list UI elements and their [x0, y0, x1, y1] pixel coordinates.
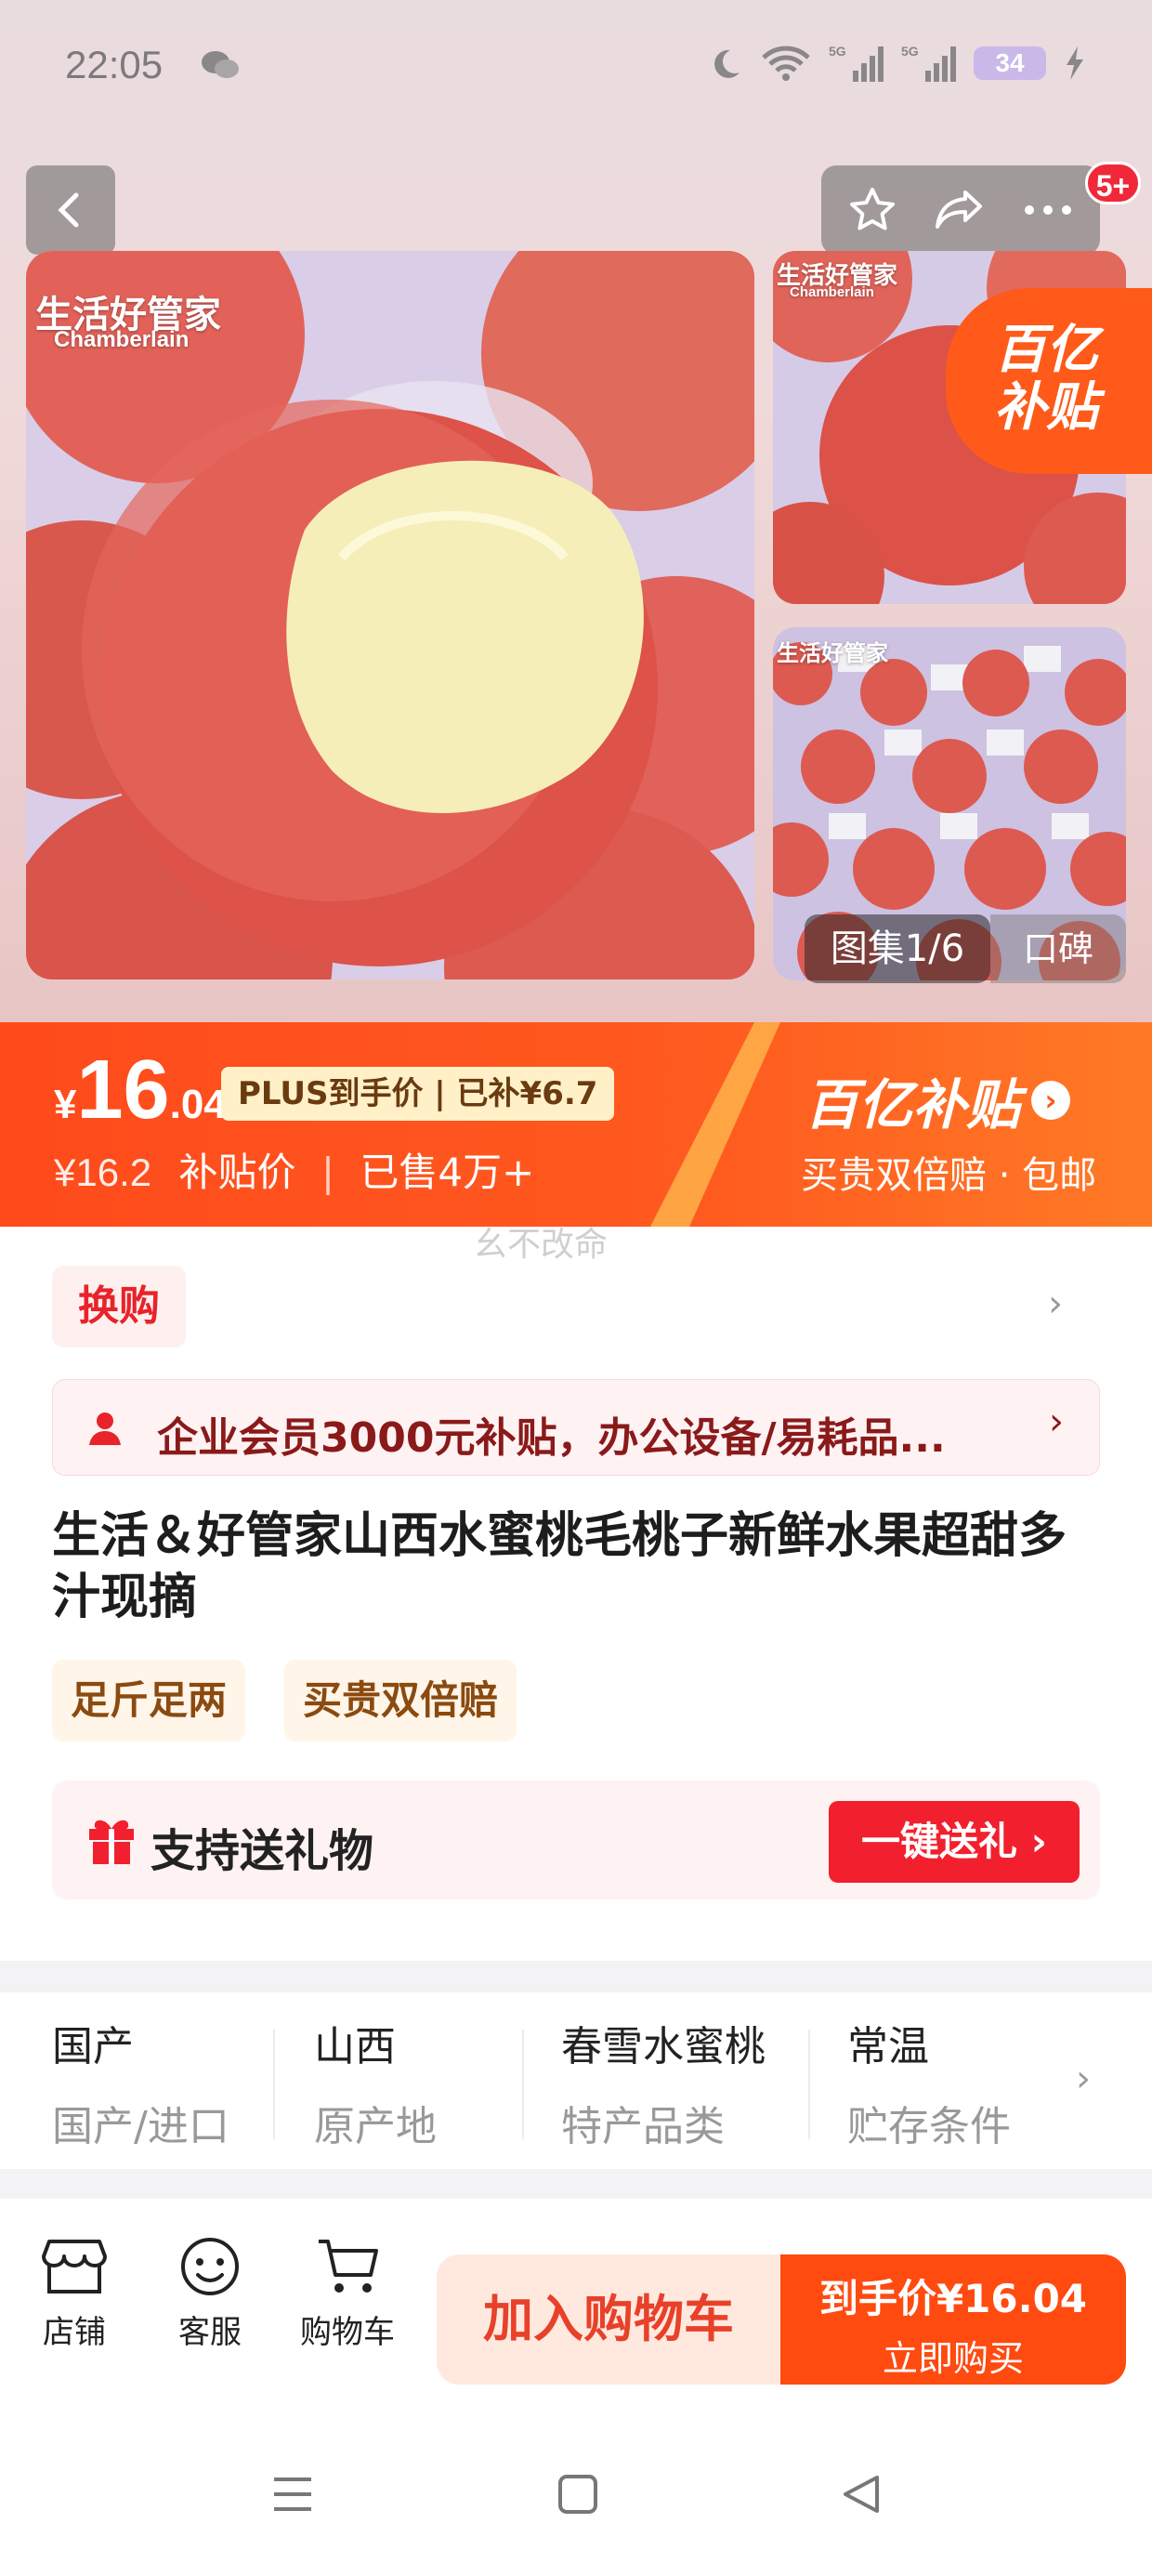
main-product-image[interactable]: 生活好管家 Chamberlain	[26, 251, 754, 979]
attribute-origin-type: 国产 国产/进口	[52, 2013, 229, 2152]
signal-5g-icon: 5G	[901, 44, 956, 82]
cart-button[interactable]: 购物车	[292, 2236, 403, 2352]
cart-label: 购物车	[300, 2314, 395, 2351]
shop-icon	[42, 2240, 107, 2293]
gift-label: 支持送礼物	[151, 1825, 374, 1877]
attribute-key: 贮存条件	[847, 2103, 1011, 2150]
band-divider	[650, 1022, 780, 1227]
gift-row: 支持送礼物 一键送礼 ›	[52, 1781, 1100, 1899]
brand-logo-en: Chamberlain	[790, 284, 874, 300]
product-page: 22:05 5G 5G 34 5+ 生活好管家 Chamberlain 生活好管…	[0, 0, 1152, 2576]
watermark: 幺不改命	[474, 1226, 609, 1264]
price-main: ¥ 16 .04	[54, 1043, 227, 1138]
wechat-icon	[202, 51, 239, 78]
chevron-right-icon[interactable]: ›	[1048, 1282, 1063, 1325]
price-sub: ¥16.2 补贴价 | 已售4万+	[54, 1141, 534, 1198]
subsidy-corner-line-2: 补贴	[994, 377, 1098, 438]
svg-text:5G: 5G	[829, 44, 846, 59]
svg-text:5G: 5G	[901, 44, 919, 59]
subsidy-title[interactable]: 百亿补贴 ›	[805, 1061, 1071, 1139]
subsidy-title-text: 百亿补贴	[805, 1073, 1021, 1137]
shop-button[interactable]: 店铺	[19, 2236, 130, 2352]
attribute-value: 国产	[52, 2023, 134, 2070]
peach-photo	[26, 251, 754, 979]
system-navigation-bar	[0, 2416, 1152, 2576]
section-divider	[0, 1961, 1152, 1992]
buy-price: 到手价¥16.04	[818, 2276, 1088, 2321]
business-member-text: 企业会员3000元补贴，办公设备/易耗品...	[157, 1414, 946, 1462]
notification-badge: 5+	[1085, 162, 1141, 204]
back-button[interactable]	[26, 165, 115, 255]
chevron-right-icon: ›	[1049, 1400, 1064, 1443]
attribute-key: 原产地	[314, 2103, 437, 2150]
user-icon	[89, 1413, 121, 1445]
chevron-right-icon: ›	[1031, 1081, 1071, 1120]
price-decimal: .04	[169, 1082, 227, 1127]
chevron-right-icon: ›	[1076, 2057, 1091, 2100]
divider	[522, 2030, 524, 2139]
buy-now-label: 立即购买	[882, 2338, 1024, 2379]
status-time: 22:05	[65, 43, 164, 86]
attribute-key: 国产/进口	[52, 2103, 229, 2150]
share-icon[interactable]	[932, 185, 988, 235]
shop-label: 店铺	[43, 2314, 106, 2351]
menu-icon[interactable]	[271, 2474, 314, 2515]
status-bar: 22:05 5G 5G 34	[0, 0, 1152, 139]
status-icons: 5G 5G 34	[706, 43, 1087, 84]
wifi-icon	[762, 46, 810, 81]
cart-icon	[319, 2240, 378, 2293]
attribute-value: 春雪水蜜桃	[561, 2023, 766, 2070]
smile-icon	[181, 2238, 239, 2295]
customer-service-button[interactable]: 客服	[154, 2236, 266, 2352]
product-title: 生活＆好管家山西水蜜桃毛桃子新鲜水果超甜多汁现摘	[52, 1508, 1067, 1625]
star-icon[interactable]	[847, 185, 897, 235]
buy-now-button[interactable]: 到手价¥16.04 立即购买	[780, 2254, 1126, 2385]
price-band: ¥ 16 .04 PLUS到手价 | 已补¥6.7 ¥16.2 补贴价 | 已售…	[0, 1022, 1152, 1227]
moon-icon	[714, 49, 740, 78]
brand-logo: 生活好管家	[777, 639, 888, 666]
gift-icon	[89, 1820, 134, 1864]
brand-logo-en: Chamberlain	[54, 327, 190, 352]
subsidy-corner-line-1: 百亿	[994, 320, 1098, 380]
attribute-origin: 山西 原产地	[314, 2013, 437, 2152]
price-symbol: ¥	[54, 1082, 77, 1127]
section-divider	[0, 2169, 1152, 2199]
subsidy-corner-badge: 百亿 补贴	[946, 288, 1152, 474]
send-gift-button[interactable]: 一键送礼 ›	[829, 1801, 1080, 1883]
sold-count: 已售4万+	[360, 1150, 535, 1195]
original-price: ¥16.2	[54, 1150, 152, 1194]
service-label: 客服	[178, 2314, 242, 2351]
attribute-category: 春雪水蜜桃 特产品类	[561, 2013, 766, 2152]
divider	[273, 2030, 275, 2139]
business-member-banner[interactable]: 企业会员3000元补贴，办公设备/易耗品... ›	[52, 1379, 1100, 1476]
battery-icon: 34	[974, 46, 1046, 80]
product-tag: 买贵双倍赔	[284, 1660, 517, 1741]
attribute-storage: 常温 贮存条件	[847, 2013, 1011, 2152]
subsidy-price-label: 补贴价	[178, 1150, 296, 1195]
product-tag: 足斤足两	[52, 1660, 246, 1741]
gallery-review-tab[interactable]: 口碑	[990, 914, 1126, 983]
charging-icon	[1067, 46, 1083, 80]
back-nav-icon[interactable]	[840, 2474, 881, 2515]
price-integer: 16	[76, 1044, 170, 1137]
attribute-row[interactable]: 国产 国产/进口 山西 原产地 春雪水蜜桃 特产品类 常温 贮存条件 ›	[0, 1992, 1152, 2169]
divider	[808, 2030, 810, 2139]
more-icon[interactable]	[1022, 201, 1074, 219]
attribute-value: 山西	[314, 2023, 396, 2070]
bottom-action-bar: 店铺 客服 购物车 加入购物车 到手价¥16.04 立即购买	[0, 2199, 1152, 2385]
gallery-counter[interactable]: 图集1/6	[805, 914, 990, 983]
signal-5g-icon: 5G	[829, 44, 884, 82]
back-icon	[58, 192, 79, 228]
separator: |	[321, 1150, 334, 1195]
plus-price-tag: PLUS到手价 | 已补¥6.7	[221, 1067, 615, 1121]
attribute-key: 特产品类	[561, 2103, 725, 2150]
attribute-value: 常温	[847, 2023, 929, 2070]
top-actions	[821, 165, 1100, 255]
subsidy-subtitle: 买贵双倍赔 · 包邮	[801, 1154, 1097, 1197]
home-icon[interactable]	[557, 2474, 598, 2515]
add-to-cart-button[interactable]: 加入购物车	[437, 2254, 780, 2385]
exchange-tag[interactable]: 换购	[52, 1266, 186, 1347]
